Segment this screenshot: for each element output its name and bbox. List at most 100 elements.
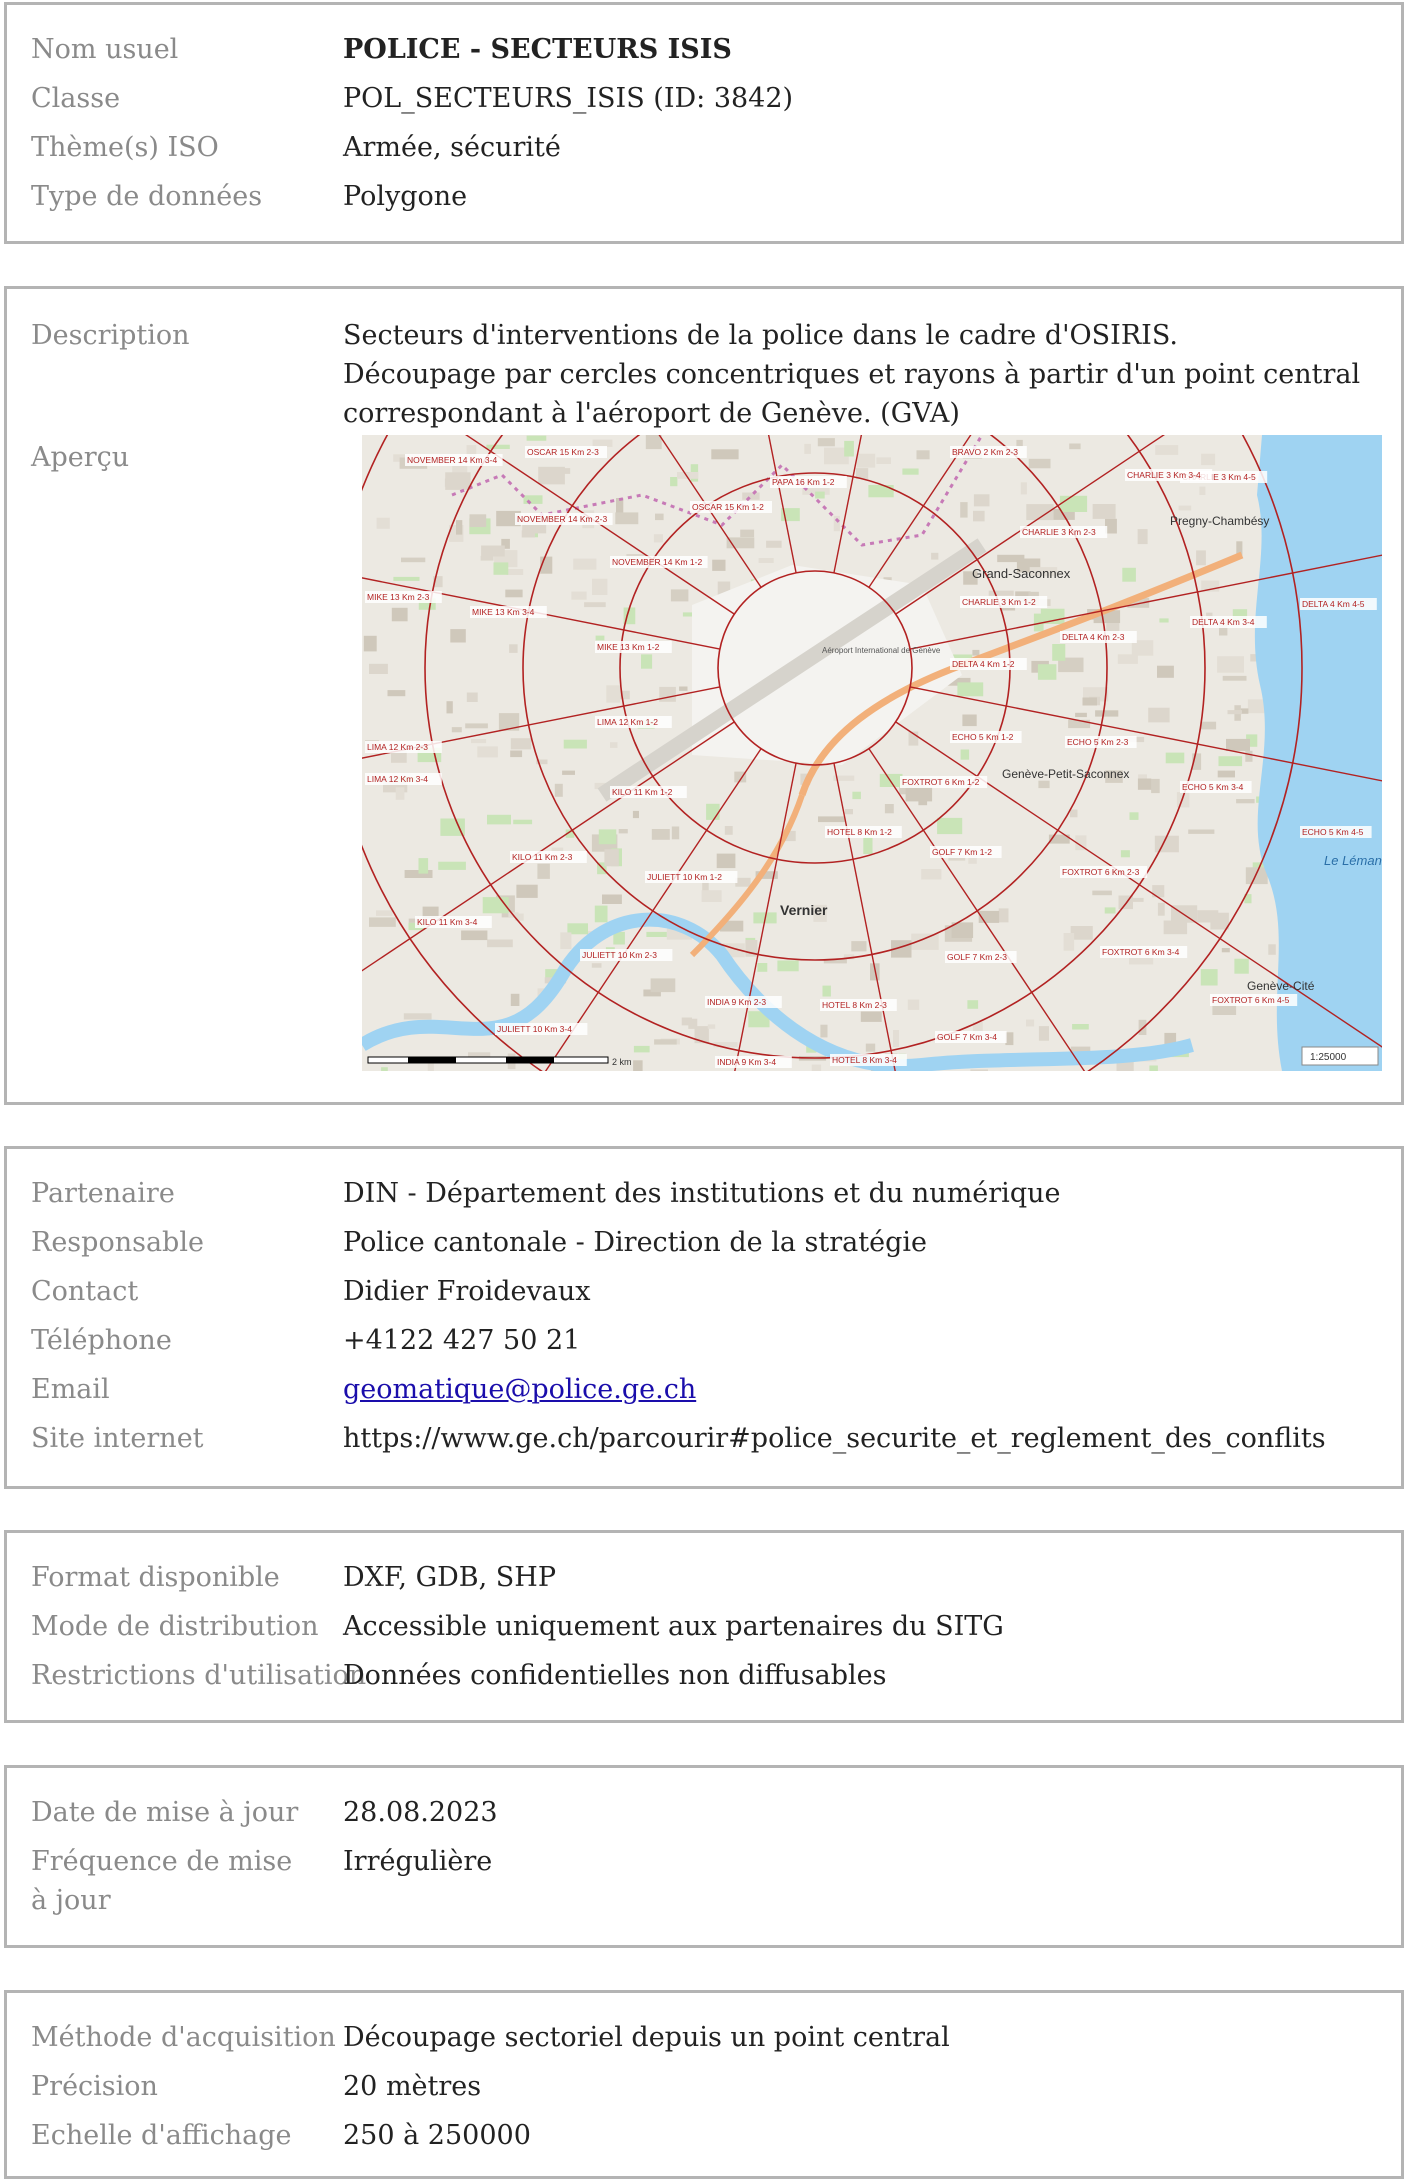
sector-label: NOVEMBER 14 Km 3-4 <box>407 455 497 465</box>
map-block <box>571 591 587 600</box>
map-block <box>724 826 733 835</box>
map-block <box>427 1063 434 1071</box>
sector-label: OSCAR 15 Km 2-3 <box>527 447 599 457</box>
map-block <box>509 644 518 653</box>
map-block <box>650 978 676 993</box>
map-block <box>487 939 513 948</box>
map-block <box>469 514 487 527</box>
map-block <box>916 450 930 460</box>
map-block <box>1222 675 1247 681</box>
description-line: Découpage par cercles concentriques et r… <box>343 359 1361 390</box>
field-value: Irrégulière <box>343 1846 493 1877</box>
map-block <box>957 682 984 697</box>
field-value: 28.08.2023 <box>343 1797 498 1828</box>
map-block <box>521 530 535 538</box>
map-block <box>1149 1065 1158 1071</box>
map-block <box>584 602 606 608</box>
field-value: Polygone <box>343 181 468 212</box>
email-link[interactable]: geomatique@police.ge.ch <box>343 1374 696 1405</box>
field-value: Découpage sectoriel depuis un point cent… <box>343 2022 950 2053</box>
map-block <box>594 905 608 923</box>
map-block <box>712 559 726 571</box>
map-block <box>477 746 498 758</box>
map-block <box>1218 756 1243 767</box>
sector-label: ECHO 5 Km 3-4 <box>1182 782 1244 792</box>
info-row: Echelle d'affichage 250 à 250000 <box>7 2111 1401 2160</box>
map-block <box>451 727 462 733</box>
field-label: Contact <box>31 1276 139 1307</box>
info-row: Date de mise à jour 28.08.2023 <box>7 1788 1401 1837</box>
map-block <box>376 910 393 916</box>
map-block <box>707 1024 716 1029</box>
sector-label: ECHO 5 Km 1-2 <box>952 732 1014 742</box>
map-block <box>633 1045 650 1053</box>
map-block <box>818 816 845 823</box>
map-block <box>766 540 782 548</box>
map-block <box>391 607 408 622</box>
map-block <box>598 829 617 845</box>
map-block <box>852 791 861 800</box>
field-label: Restrictions d'utilisation <box>31 1660 367 1691</box>
sector-label: FOXTROT 6 Km 3-4 <box>1102 947 1180 957</box>
scale-text: 1:25000 <box>1310 1052 1347 1063</box>
map-block <box>960 502 968 518</box>
map-block <box>654 1039 677 1045</box>
field-label: Site internet <box>31 1423 204 1454</box>
scale-bar-label: 2 km <box>612 1057 632 1067</box>
map-block <box>471 739 487 744</box>
sector-label: INDIA 9 Km 2-3 <box>707 997 766 1007</box>
map-block <box>450 629 466 643</box>
map-block <box>1120 850 1130 858</box>
map-block <box>1157 902 1165 916</box>
map-block <box>716 853 736 869</box>
sector-label: LIMA 12 Km 2-3 <box>367 742 428 752</box>
map-block <box>376 517 390 529</box>
map-block <box>988 590 1014 596</box>
map-block <box>844 809 853 815</box>
map-block <box>573 558 597 570</box>
field-label: Date de mise à jour <box>31 1797 299 1828</box>
sector-label: MIKE 13 Km 1-2 <box>597 642 660 652</box>
info-row: Partenaire DIN - Département des institu… <box>7 1169 1401 1218</box>
field-value: +4122 427 50 21 <box>343 1325 581 1356</box>
field-label: Aperçu <box>31 442 130 473</box>
map-block <box>418 858 429 874</box>
distribution-card: Format disponible DXF, GDB, SHP Mode de … <box>4 1530 1404 1723</box>
map-block <box>537 863 550 879</box>
place-grand-saconnex: Grand-Saconnex <box>972 566 1071 581</box>
sector-label: PAPA 16 Km 1-2 <box>772 477 835 487</box>
map-block <box>401 557 426 563</box>
map-block <box>860 1011 882 1022</box>
map-block <box>604 849 619 867</box>
place-pregny: Pregny-Chambésy <box>1170 514 1269 528</box>
map-block <box>1217 770 1235 778</box>
map-block <box>659 686 676 702</box>
map-block <box>670 589 689 602</box>
info-row: Email geomatique@police.ge.ch <box>7 1365 1401 1414</box>
map-block <box>1200 969 1218 986</box>
map-block <box>526 435 547 441</box>
map-block <box>740 529 755 538</box>
map-block <box>562 770 575 775</box>
sector-label: DELTA 4 Km 1-2 <box>952 659 1015 669</box>
place-airport: Aéroport International de Genève <box>822 646 941 655</box>
map-block <box>1221 948 1230 953</box>
map-block <box>506 569 524 575</box>
map-block <box>1154 835 1179 853</box>
field-label: Format disponible <box>31 1562 280 1593</box>
map-block <box>1070 809 1078 818</box>
map-block <box>646 931 667 937</box>
scale-bar <box>367 1056 609 1064</box>
info-row: Téléphone +4122 427 50 21 <box>7 1316 1401 1365</box>
sector-label: CHARLIE 3 Km 1-2 <box>962 597 1036 607</box>
map-block <box>905 787 933 802</box>
map-block <box>544 468 571 474</box>
map-block <box>1052 644 1066 661</box>
map-block <box>645 435 662 450</box>
sector-label: KILO 11 Km 1-2 <box>612 787 673 797</box>
field-value: Accessible uniquement aux partenaires du… <box>343 1611 1004 1642</box>
info-row: Classe POL_SECTEURS_ISIS (ID: 3842) <box>7 74 1401 123</box>
map-block <box>907 999 920 1010</box>
field-label: Echelle d'affichage <box>31 2120 292 2151</box>
sector-label: FOXTROT 6 Km 1-2 <box>902 777 980 787</box>
